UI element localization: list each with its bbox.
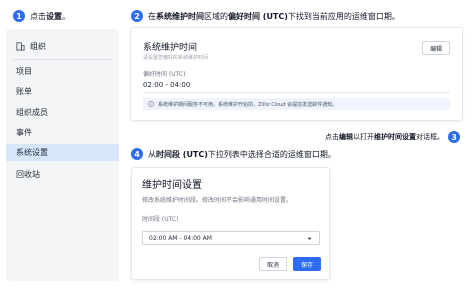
select-value: 02:00 AM - 04:00 AM xyxy=(149,234,212,242)
step-number: 3 xyxy=(448,131,460,143)
panel-title: 系统维护时间 xyxy=(143,43,198,53)
dialog-description: 修改系统维护时间段。修改时间不会影响通用时间设置。 xyxy=(142,197,293,204)
sidebar-header[interactable]: 组织 xyxy=(16,41,46,52)
time-range-label: 时间段 (UTC) xyxy=(142,216,179,223)
sidebar-item-settings[interactable]: 系统设置 xyxy=(6,144,119,161)
step-3: 点击编辑以打开维护时间设置对话框。 3 xyxy=(325,131,460,143)
building-icon xyxy=(16,42,25,51)
edit-button[interactable]: 编辑 xyxy=(422,41,450,55)
step-number: 4 xyxy=(131,148,143,160)
maintenance-panel: 系统维护时间 请设置您偏好的系统维护时间 编辑 偏好时间 (UTC) 02:00… xyxy=(130,27,463,121)
maintenance-dialog: 维护时间设置 修改系统维护时间段。修改时间不会影响通用时间设置。 时间段 (UT… xyxy=(131,167,330,280)
cancel-button[interactable]: 取消 xyxy=(259,257,287,271)
sidebar-item-events[interactable]: 事件 xyxy=(6,124,119,141)
divider xyxy=(143,92,450,93)
sidebar-item-billing[interactable]: 账单 xyxy=(6,83,119,100)
sidebar-item-recycle-bin[interactable]: 回收站 xyxy=(6,166,119,183)
time-range-select[interactable]: 02:00 AM - 04:00 AM xyxy=(142,231,320,245)
sidebar-item-projects[interactable]: 项目 xyxy=(6,63,119,80)
sidebar-header-label: 组织 xyxy=(30,42,46,51)
maintenance-notice: 系统维护期间服务不可用。系统维护开始前，Zilliz Cloud 会提前发送邮件… xyxy=(143,98,450,110)
step-1: 1 点击设置。 xyxy=(13,10,70,22)
dialog-title: 维护时间设置 xyxy=(142,180,202,191)
step-4: 4 从时间段 (UTC)下拉列表中选择合适的运维窗口期。 xyxy=(131,148,336,160)
sidebar: 组织 项目 账单 组织成员 事件 系统设置 回收站 xyxy=(6,29,119,281)
step-text: 在系统维护时间区域的偏好时间 (UTC)下找到当前应用的运维窗口期。 xyxy=(148,11,400,21)
step-text: 从时间段 (UTC)下拉列表中选择合适的运维窗口期。 xyxy=(148,149,336,159)
save-button[interactable]: 保存 xyxy=(293,257,321,271)
info-icon xyxy=(148,101,154,107)
step-number: 2 xyxy=(131,10,143,22)
preferred-time-label: 偏好时间 (UTC) xyxy=(143,71,186,78)
preferred-time-value: 02:00 - 04:00 xyxy=(143,81,191,89)
divider xyxy=(12,59,113,60)
step-2: 2 在系统维护时间区域的偏好时间 (UTC)下找到当前应用的运维窗口期。 xyxy=(131,10,400,22)
step-text: 点击设置。 xyxy=(30,11,70,21)
step-number: 1 xyxy=(13,10,25,22)
sidebar-item-members[interactable]: 组织成员 xyxy=(6,104,119,121)
step-text: 点击编辑以打开维护时间设置对话框。 xyxy=(325,133,444,141)
chevron-down-icon xyxy=(307,237,312,240)
notice-text: 系统维护期间服务不可用。系统维护开始前，Zilliz Cloud 会提前发送邮件… xyxy=(158,101,338,108)
panel-description: 请设置您偏好的系统维护时间 xyxy=(143,55,209,61)
